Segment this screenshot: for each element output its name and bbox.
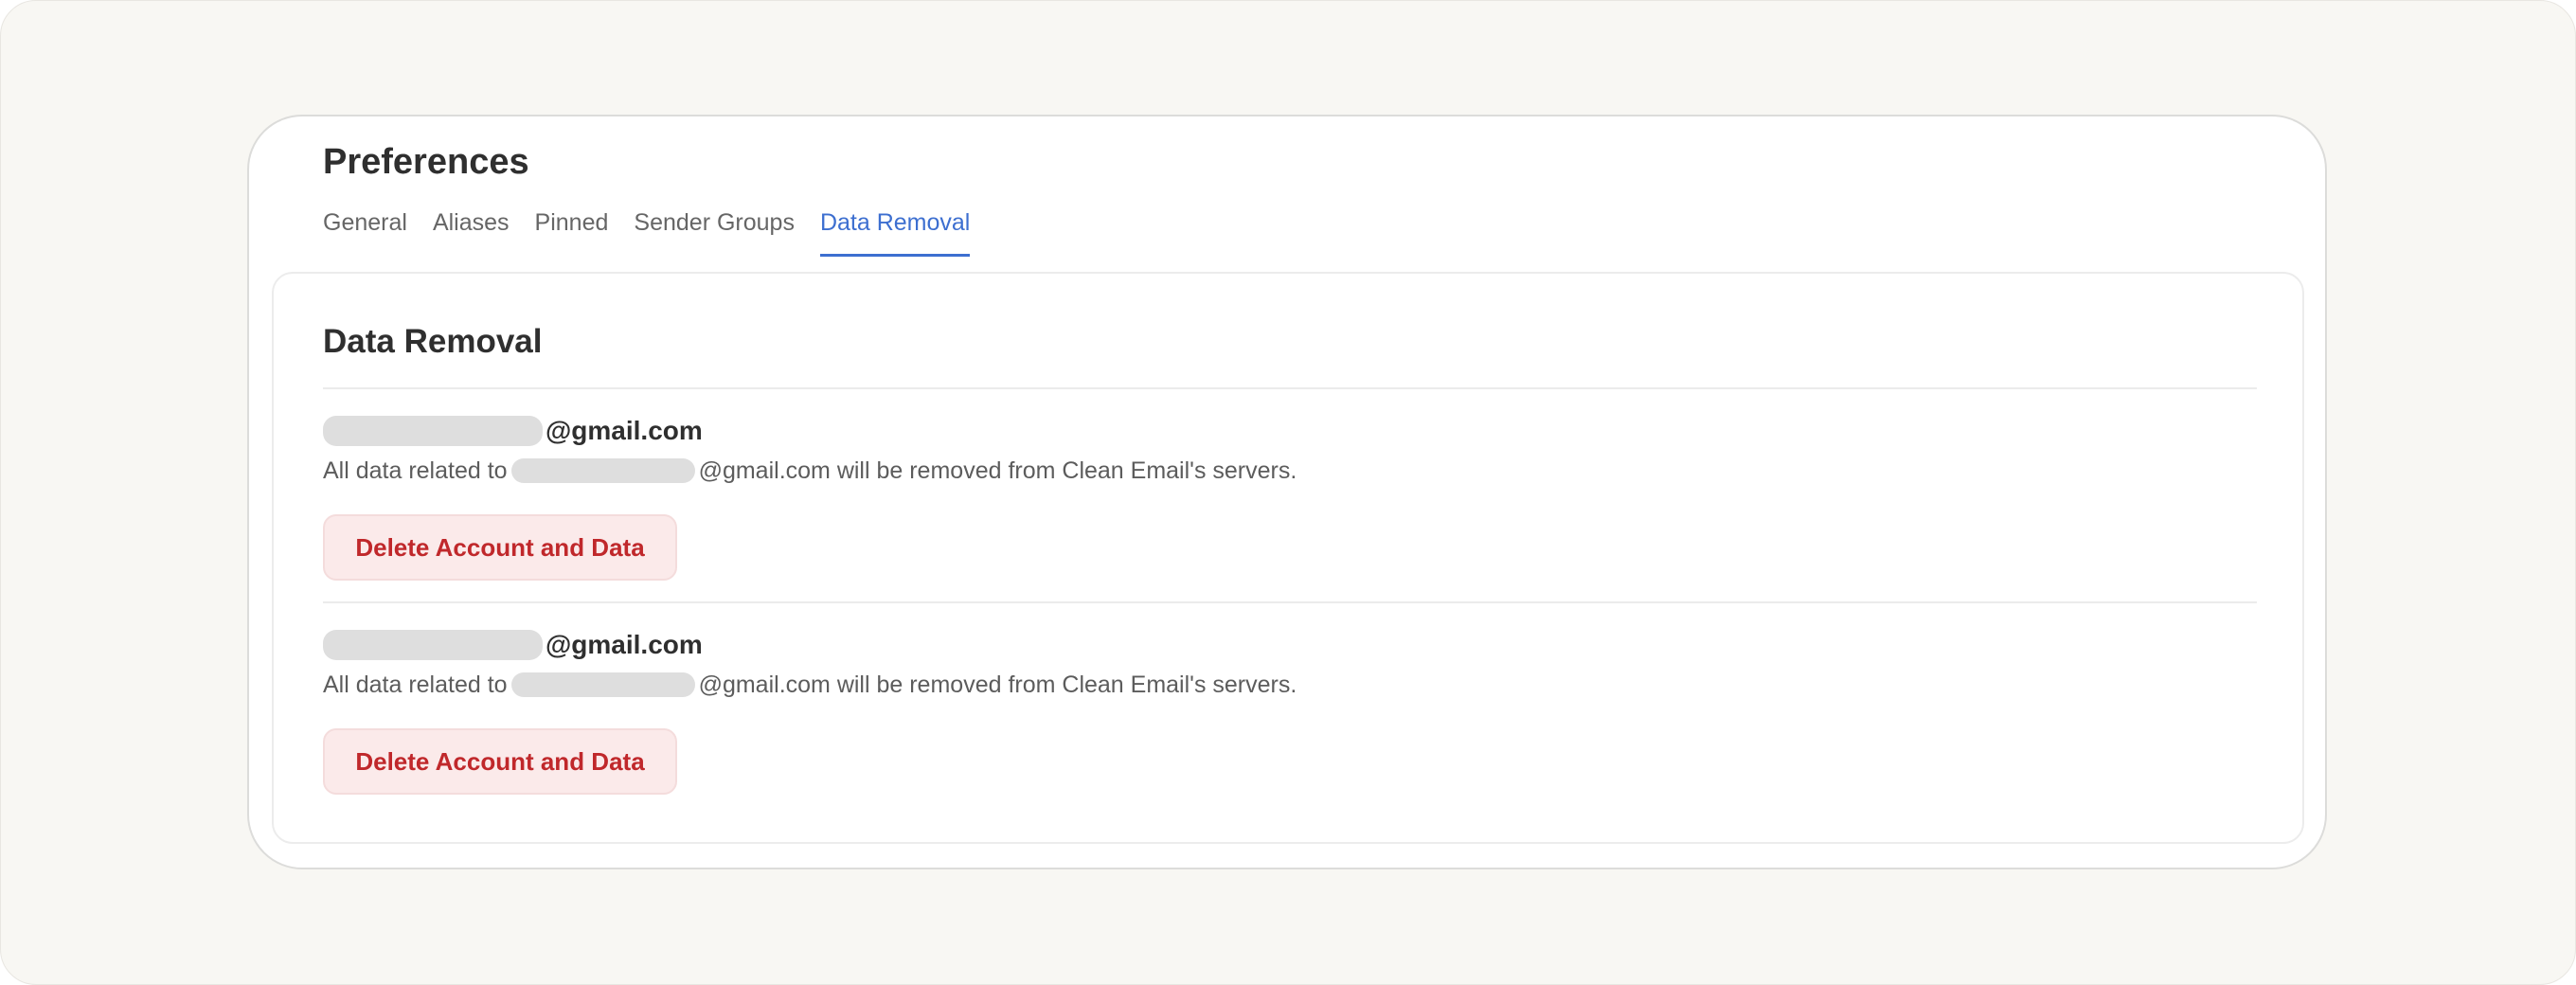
tab-sender-groups[interactable]: Sender Groups <box>634 202 795 251</box>
account-email: @gmail.com <box>323 412 1297 450</box>
data-removal-panel: Data Removal @gmail.com All data related… <box>272 272 2304 844</box>
account-email-domain: @gmail.com <box>546 416 703 445</box>
page-title: Preferences <box>323 142 529 182</box>
delete-account-button[interactable]: Delete Account and Data <box>323 728 677 795</box>
account-description: All data related to @gmail.com will be r… <box>323 454 1297 488</box>
tab-aliases[interactable]: Aliases <box>433 202 510 251</box>
redacted-username <box>323 416 543 446</box>
description-suffix: @gmail.com will be removed from Clean Em… <box>698 457 1297 484</box>
description-prefix: All data related to <box>323 671 508 698</box>
preferences-tabs: General Aliases Pinned Sender Groups Dat… <box>323 202 995 257</box>
redacted-username <box>510 458 695 483</box>
tab-data-removal[interactable]: Data Removal <box>819 202 971 257</box>
account-email: @gmail.com <box>323 626 1297 664</box>
description-suffix: @gmail.com will be removed from Clean Em… <box>698 671 1297 698</box>
preferences-card: Preferences General Aliases Pinned Sende… <box>247 115 2327 869</box>
redacted-username <box>323 630 543 660</box>
redacted-username <box>510 672 695 697</box>
divider <box>323 387 2257 389</box>
divider <box>323 601 2257 603</box>
account-email-domain: @gmail.com <box>546 630 703 659</box>
delete-account-button[interactable]: Delete Account and Data <box>323 514 677 581</box>
section-title: Data Removal <box>323 323 543 360</box>
tab-pinned[interactable]: Pinned <box>535 202 609 251</box>
account-description: All data related to @gmail.com will be r… <box>323 668 1297 702</box>
tab-general[interactable]: General <box>323 202 407 251</box>
description-prefix: All data related to <box>323 457 508 484</box>
account-entry: @gmail.com All data related to @gmail.co… <box>323 412 1297 581</box>
account-entry: @gmail.com All data related to @gmail.co… <box>323 626 1297 795</box>
